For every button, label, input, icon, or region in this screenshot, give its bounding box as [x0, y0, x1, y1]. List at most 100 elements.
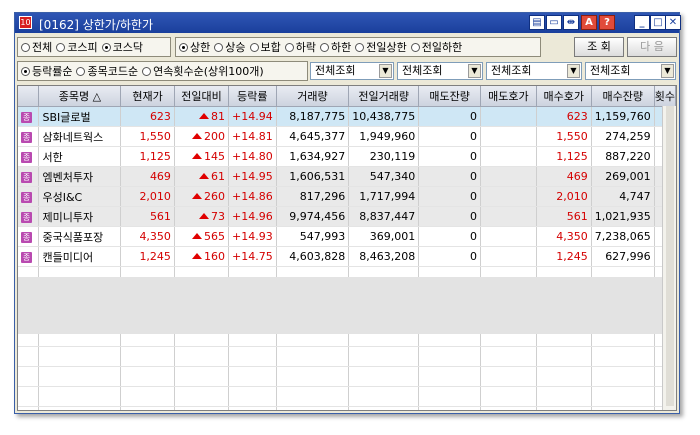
- current-price: 469: [120, 166, 175, 187]
- stock-name[interactable]: 서한: [38, 146, 122, 167]
- stock-badge-icon[interactable]: 종: [21, 172, 32, 183]
- scrollbar-thumb[interactable]: [666, 106, 674, 406]
- column-header[interactable]: 등락률: [228, 86, 277, 107]
- sort-radio-0[interactable]: 등락률순: [21, 63, 72, 79]
- stock-badge-icon[interactable]: 종: [21, 192, 32, 203]
- empty-cell: [120, 406, 175, 410]
- market-radio-label: 코스닥: [112, 41, 143, 54]
- stock-badge-icon[interactable]: 종: [21, 212, 32, 223]
- maximize-icon[interactable]: □: [650, 15, 666, 30]
- empty-row: [18, 366, 676, 387]
- radio-dot-icon: [410, 42, 420, 52]
- empty-cell: [348, 386, 420, 407]
- column-header[interactable]: 종목명 △: [38, 86, 122, 107]
- column-header[interactable]: 전일거래량: [348, 86, 420, 107]
- table-row[interactable]: 종 SBI글로벌 623 81 +14.94 8,187,775 10,438,775 0 62…: [18, 106, 676, 127]
- font-icon[interactable]: A: [581, 15, 597, 30]
- change-value: 160: [203, 250, 225, 263]
- window-icon[interactable]: ▭: [546, 15, 562, 30]
- column-header[interactable]: 매도호가: [480, 86, 537, 107]
- help-icon[interactable]: ?: [599, 15, 615, 30]
- stock-badge-icon[interactable]: 종: [21, 252, 32, 263]
- up-arrow-wrap: [191, 153, 204, 160]
- current-price: 1,125: [120, 146, 175, 167]
- stock-name[interactable]: 엠벤처투자: [38, 166, 122, 187]
- table-row[interactable]: 종 제미니투자 561 73 +14.96 9,974,456 8,837,447 0 561 1…: [18, 206, 676, 227]
- type-radio-0[interactable]: 상한: [179, 39, 210, 55]
- filter-select-3[interactable]: 전체조회 ▼: [585, 62, 676, 80]
- title-bar[interactable]: 10 [0162] 상한가/하한가 ▤ ▭ ⇹ A? _ □ ✕: [15, 13, 681, 33]
- market-radio-2[interactable]: 코스닥: [101, 39, 143, 55]
- column-header[interactable]: 매도잔량: [418, 86, 482, 107]
- column-header[interactable]: 횟수: [654, 86, 676, 107]
- empty-cell: [418, 346, 482, 367]
- link-icon[interactable]: ⇹: [563, 15, 579, 30]
- change-cell: 565: [174, 226, 229, 247]
- prev-volume: 10,438,775: [348, 106, 420, 127]
- type-radio-4[interactable]: 하한: [320, 39, 351, 55]
- up-arrow-icon: [191, 253, 202, 259]
- radio-dot-icon: [21, 66, 30, 76]
- column-header[interactable]: 전일대비: [174, 86, 229, 107]
- bid-quantity: 627,996: [591, 246, 655, 267]
- filter-select-2[interactable]: 전체조회 ▼: [486, 62, 582, 80]
- vertical-scrollbar[interactable]: [662, 106, 676, 410]
- empty-row: [18, 386, 676, 407]
- search-button[interactable]: 조 회: [574, 37, 624, 57]
- change-value: 565: [203, 230, 225, 243]
- up-arrow-wrap: [198, 213, 211, 220]
- empty-cell: [38, 386, 122, 407]
- type-radio-3[interactable]: 하락: [284, 39, 316, 55]
- filter-select-0[interactable]: 전체조회 ▼: [310, 62, 394, 80]
- table-row[interactable]: 종 중국식품포장 4,350 565 +14.93 547,993 369,001 0 4,35…: [18, 226, 676, 247]
- next-button[interactable]: 다 음: [627, 37, 677, 57]
- type-radio-2[interactable]: 보합: [249, 39, 281, 55]
- stock-name[interactable]: 캔들미디어: [38, 246, 122, 267]
- column-header[interactable]: 거래량: [276, 86, 350, 107]
- stock-name[interactable]: 우성I&C: [38, 186, 122, 207]
- column-header[interactable]: 매수호가: [536, 86, 592, 107]
- table-row[interactable]: 종 삼화네트웍스 1,550 200 +14.81 4,645,377 1,949,960 0…: [18, 126, 676, 147]
- up-arrow-wrap: [191, 193, 204, 200]
- volume: 1,606,531: [276, 166, 350, 187]
- minimize-icon[interactable]: _: [634, 15, 650, 30]
- bid-price: 623: [536, 106, 592, 127]
- current-price: 2,010: [120, 186, 175, 207]
- ask-quantity: 0: [418, 166, 482, 187]
- type-radio-label: 하락: [295, 41, 316, 54]
- radio-dot-icon: [56, 42, 66, 52]
- change-cell: 81: [174, 106, 229, 127]
- up-arrow-icon: [198, 213, 209, 219]
- layout-icon[interactable]: ▤: [529, 15, 545, 30]
- stock-name[interactable]: SBI글로벌: [38, 106, 122, 127]
- stock-badge-icon[interactable]: 종: [21, 232, 32, 243]
- empty-cell: [418, 386, 482, 407]
- type-radio-5[interactable]: 전일상한: [355, 39, 407, 55]
- type-radio-6[interactable]: 전일하한: [410, 39, 462, 55]
- stock-name[interactable]: 삼화네트웍스: [38, 126, 122, 147]
- change-rate: +14.75: [228, 246, 277, 267]
- table-row[interactable]: 종 우성I&C 2,010 260 +14.86 817,296 1,717,994 0 2,0…: [18, 186, 676, 207]
- table-row[interactable]: 종 엠벤처투자 469 61 +14.95 1,606,531 547,340 0 469 269…: [18, 166, 676, 187]
- table-row[interactable]: 종 캔들미디어 1,245 160 +14.75 4,603,828 8,463,208 0 1…: [18, 246, 676, 267]
- filter-select-1[interactable]: 전체조회 ▼: [397, 62, 483, 80]
- column-header[interactable]: 현재가: [120, 86, 175, 107]
- stock-name[interactable]: 제미니투자: [38, 206, 122, 227]
- empty-cell: [591, 366, 655, 387]
- table-row[interactable]: 종 서한 1,125 145 +14.80 1,634,927 230,119 0 1,125 8…: [18, 146, 676, 167]
- stock-badge-icon[interactable]: 종: [21, 112, 32, 123]
- stock-badge-icon[interactable]: 종: [21, 152, 32, 163]
- type-radio-1[interactable]: 상승: [214, 39, 246, 55]
- bid-price: 469: [536, 166, 592, 187]
- market-radio-1[interactable]: 코스피: [56, 39, 98, 55]
- stock-name[interactable]: 중국식품포장: [38, 226, 122, 247]
- stock-badge-icon[interactable]: 종: [21, 132, 32, 143]
- sort-radio-1[interactable]: 종목코드순: [76, 63, 138, 79]
- sort-radio-2[interactable]: 연속횟수순(상위100개): [142, 63, 264, 79]
- close-icon[interactable]: ✕: [665, 15, 681, 30]
- ask-quantity: 0: [418, 146, 482, 167]
- change-rate: +14.96: [228, 206, 277, 227]
- empty-cell: [480, 406, 537, 410]
- column-header[interactable]: 매수잔량: [591, 86, 655, 107]
- market-radio-0[interactable]: 전체: [21, 39, 52, 55]
